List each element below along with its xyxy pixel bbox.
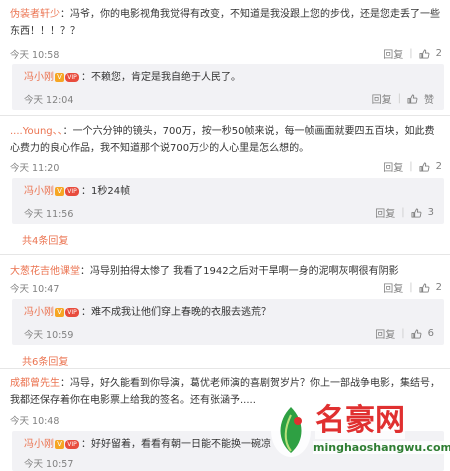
reply-actions: 回复 | 赞 xyxy=(372,91,434,106)
comment-actions: 回复 | 2 xyxy=(383,280,442,295)
reply-text: ：1秒24帧 xyxy=(81,186,131,197)
comment-divider xyxy=(0,115,450,116)
comment-actions: 回复 | 2 xyxy=(383,46,442,61)
comment-item: ....Young、、：一个六分钟的镜头，700万，按一秒50帧来说，每一帧画面… xyxy=(0,118,450,248)
verified-badge-icon: V xyxy=(55,72,64,82)
reply-body: 冯小刚 V VIP ：好好留着，看看有朝一日能不能换一碗凉 xyxy=(24,437,271,453)
thumbs-up-icon[interactable] xyxy=(419,282,430,293)
comment-time: 今天 11:20 xyxy=(10,163,60,174)
reply-username[interactable]: 冯小刚 xyxy=(24,72,54,83)
verified-badge-icon: V xyxy=(55,307,64,317)
reply-username[interactable]: 冯小刚 xyxy=(24,307,54,318)
vip-badge-icon: VIP xyxy=(65,186,79,196)
comment-username[interactable]: ....Young、、 xyxy=(10,126,63,137)
action-divider: | xyxy=(397,93,401,104)
comment-body: 伪装者轩少：冯爷，你的电影视角我觉得有改变，不知道是我没跟上您的步伐，还是您走丢… xyxy=(10,6,440,40)
vip-badge-icon: VIP xyxy=(65,307,79,317)
more-replies-link[interactable]: 共4条回复 xyxy=(22,232,68,247)
like-count: 2 xyxy=(435,48,442,59)
like-count: 3 xyxy=(427,207,434,218)
reply-button[interactable]: 回复 xyxy=(383,46,403,61)
vip-badge-icon: VIP xyxy=(65,72,79,82)
reply-box: 冯小刚 V VIP ：不赖您，肯定是我自绝于人民了。 今天 12:04 回复 | 赞 xyxy=(12,64,444,110)
comment-time: 今天 10:58 xyxy=(10,50,60,61)
verified-badge-icon: V xyxy=(55,439,64,449)
more-replies-link[interactable]: 共6条回复 xyxy=(22,353,68,368)
like-count: 2 xyxy=(435,161,442,172)
reply-text: ：好好留着，看看有朝一日能不能换一碗凉 xyxy=(81,439,271,450)
action-divider: | xyxy=(409,161,413,172)
reply-box: 冯小刚 V VIP ：1秒24帧 今天 11:56 回复 | 3 xyxy=(12,178,444,224)
comment-actions: 回复 | 2 xyxy=(383,159,442,174)
comment-time: 今天 10:48 xyxy=(10,416,60,427)
comment-item: 伪装者轩少：冯爷，你的电影视角我觉得有改变，不知道是我没跟上您的步伐，还是您走丢… xyxy=(0,0,450,112)
watermark-url: minghaoshangwu.com xyxy=(313,441,450,454)
thumbs-up-icon[interactable] xyxy=(411,207,422,218)
like-count: 2 xyxy=(435,282,442,293)
reply-text: ：难不成我让他们穿上春晚的衣服去逃荒？ xyxy=(81,307,271,318)
thumbs-up-icon[interactable] xyxy=(419,48,430,59)
reply-time: 今天 11:56 xyxy=(24,209,74,220)
comment-divider xyxy=(0,254,450,255)
vip-badge-icon: VIP xyxy=(65,439,79,449)
reply-button[interactable]: 回复 xyxy=(383,159,403,174)
watermark-logo: 名豪网 minghaoshangwu.com xyxy=(269,401,450,461)
action-divider: | xyxy=(409,282,413,293)
comment-text: ：一个六分钟的镜头，700万，按一秒50帧来说，每一帧画面就要四五百块，如此费心… xyxy=(10,126,435,154)
reply-text: ：不赖您，肯定是我自绝于人民了。 xyxy=(81,72,241,83)
reply-button[interactable]: 回复 xyxy=(372,91,392,106)
reply-button[interactable]: 回复 xyxy=(375,326,395,341)
comment-body: ....Young、、：一个六分钟的镜头，700万，按一秒50帧来说，每一帧画面… xyxy=(10,123,440,157)
reply-box: 冯小刚 V VIP ：难不成我让他们穿上春晚的衣服去逃荒？ 今天 10:59 回复 |… xyxy=(12,299,444,345)
watermark-brand: 名豪网 xyxy=(315,403,405,439)
comment-item: 大葱花吉他课堂：冯导别拍得太惨了 我看了1942之后对干旱啊一身的泥啊灰啊很有阴… xyxy=(0,258,450,370)
reply-body: 冯小刚 V VIP ：难不成我让他们穿上春晚的衣服去逃荒？ xyxy=(24,305,271,321)
reply-actions: 回复 | 6 xyxy=(375,326,434,341)
comment-username[interactable]: 伪装者轩少 xyxy=(10,9,60,20)
reply-time: 今天 10:59 xyxy=(24,330,74,341)
comment-username[interactable]: 大葱花吉他课堂 xyxy=(10,266,80,277)
reply-body: 冯小刚 V VIP ：1秒24帧 xyxy=(24,184,130,200)
comment-text: ：冯导别拍得太惨了 我看了1942之后对干旱啊一身的泥啊灰啊很有阴影 xyxy=(80,266,399,277)
action-divider: | xyxy=(409,48,413,59)
reply-button[interactable]: 回复 xyxy=(375,205,395,220)
reply-username[interactable]: 冯小刚 xyxy=(24,186,54,197)
comment-divider xyxy=(0,368,450,369)
thumbs-up-icon[interactable] xyxy=(411,328,422,339)
thumbs-up-icon[interactable] xyxy=(419,161,430,172)
action-divider: | xyxy=(401,328,405,339)
reply-time: 今天 10:57 xyxy=(24,459,74,470)
thumbs-up-icon[interactable] xyxy=(407,93,418,104)
comment-time: 今天 10:47 xyxy=(10,284,60,295)
reply-username[interactable]: 冯小刚 xyxy=(24,439,54,450)
comment-username[interactable]: 成都曾先生 xyxy=(10,378,60,389)
reply-button[interactable]: 回复 xyxy=(383,280,403,295)
comment-text: ：冯爷，你的电影视角我觉得有改变，不知道是我没跟上您的步伐，还是您走丢了一些东西… xyxy=(10,9,440,37)
reply-time: 今天 12:04 xyxy=(24,95,74,106)
reply-body: 冯小刚 V VIP ：不赖您，肯定是我自绝于人民了。 xyxy=(24,70,241,86)
verified-badge-icon: V xyxy=(55,186,64,196)
like-label[interactable]: 赞 xyxy=(424,91,434,106)
like-count: 6 xyxy=(427,328,434,339)
action-divider: | xyxy=(401,207,405,218)
reply-actions: 回复 | 3 xyxy=(375,205,434,220)
comment-body: 大葱花吉他课堂：冯导别拍得太惨了 我看了1942之后对干旱啊一身的泥啊灰啊很有阴… xyxy=(10,263,440,280)
